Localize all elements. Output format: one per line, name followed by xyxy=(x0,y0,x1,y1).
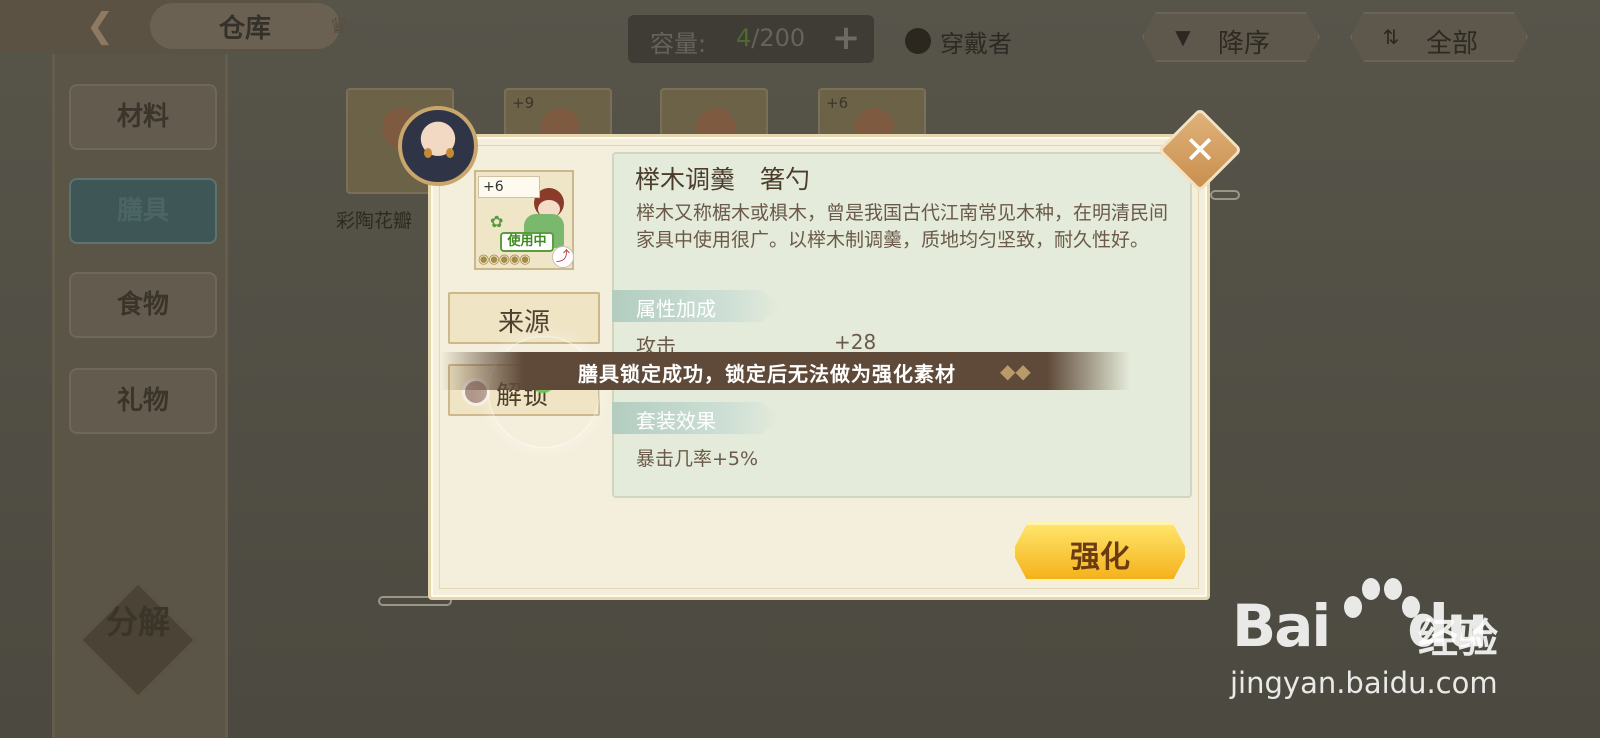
star-rating-icon: ◉◉◉◉◉ xyxy=(478,252,531,267)
decompose-label[interactable]: 分解 xyxy=(100,604,176,640)
capacity-current: 4 xyxy=(736,24,752,52)
wearer-label[interactable]: 穿戴者 xyxy=(940,24,1012,59)
wearer-toggle-icon[interactable] xyxy=(905,28,931,54)
close-icon[interactable]: ✕ xyxy=(1170,120,1230,180)
item-level: +9 xyxy=(512,94,535,112)
watermark-url: jingyan.baidu.com xyxy=(1230,666,1498,700)
item-description: 榉木又称椐木或椇木，曾是我国古代江南常见木种，在明清民间家具中使用很广。以榉木制… xyxy=(636,202,1169,251)
back-arrow-icon[interactable]: ❮ xyxy=(78,6,122,46)
capacity-box: 容量: 4/200 + xyxy=(628,15,874,63)
capacity-max: /200 xyxy=(751,24,806,52)
tab-food[interactable]: 食物 xyxy=(69,272,217,338)
capacity-value: 4/200 xyxy=(736,24,805,52)
filter-button[interactable]: ⇅ 全部 xyxy=(1350,12,1528,62)
avatar-eye xyxy=(424,148,432,158)
tab-gifts[interactable]: 礼物 xyxy=(69,368,217,434)
source-label[interactable]: 来源 xyxy=(448,302,600,339)
watermark-subtitle: 经验 xyxy=(1418,616,1498,662)
item-name: 榉木调羹 箸勺 xyxy=(635,165,811,194)
inventory-item-name: 彩陶花瓣 xyxy=(336,210,413,232)
set-effect-value: 暴击几率+5% xyxy=(636,448,759,470)
enhance-label[interactable]: 强化 xyxy=(1012,532,1188,576)
add-capacity-button[interactable]: + xyxy=(826,21,866,57)
tab-tableware[interactable]: 膳具 xyxy=(69,178,217,244)
spoon-icon: ⤴ xyxy=(552,246,574,268)
item-level-badge: +6 xyxy=(478,176,540,198)
set-effect-title: 套装效果 xyxy=(636,409,716,433)
diamond-decoration-icon: ◆◆ xyxy=(1000,359,1031,383)
page-title: 仓库 xyxy=(218,14,271,44)
filter-label: 全部 xyxy=(1426,29,1479,59)
in-use-badge: 使用中 xyxy=(500,232,554,252)
sort-down-icon: ▼ xyxy=(1175,25,1191,49)
swap-icon: ⇅ xyxy=(1382,25,1400,49)
paw-toe xyxy=(1344,596,1362,618)
leaf-icon: ✿ xyxy=(490,212,504,231)
sort-label: 降序 xyxy=(1218,29,1271,59)
item-level: +6 xyxy=(826,94,849,112)
attributes-title: 属性加成 xyxy=(636,297,716,321)
attribute-value: +28 xyxy=(834,330,877,354)
watermark-logo-text: Bai xyxy=(1232,592,1331,660)
wearer-avatar[interactable] xyxy=(398,106,478,186)
tab-materials[interactable]: 材料 xyxy=(69,84,217,150)
toast-message: 膳具锁定成功，锁定后无法做为强化素材 xyxy=(578,362,956,386)
paw-toe xyxy=(1384,578,1402,600)
avatar-eye xyxy=(446,148,454,158)
cloud-decoration xyxy=(1210,190,1240,200)
sort-button[interactable]: ▼ 降序 xyxy=(1142,12,1320,62)
paw-icon xyxy=(1336,570,1426,650)
top-bar: ❮ 仓库 ♛ 容量: 4/200 + 穿戴者 ▼ 降序 ⇅ 全部 xyxy=(0,0,1600,63)
paw-toe xyxy=(1362,578,1380,600)
capacity-label: 容量: xyxy=(650,30,707,58)
crown-icon: ♛ xyxy=(329,14,349,39)
